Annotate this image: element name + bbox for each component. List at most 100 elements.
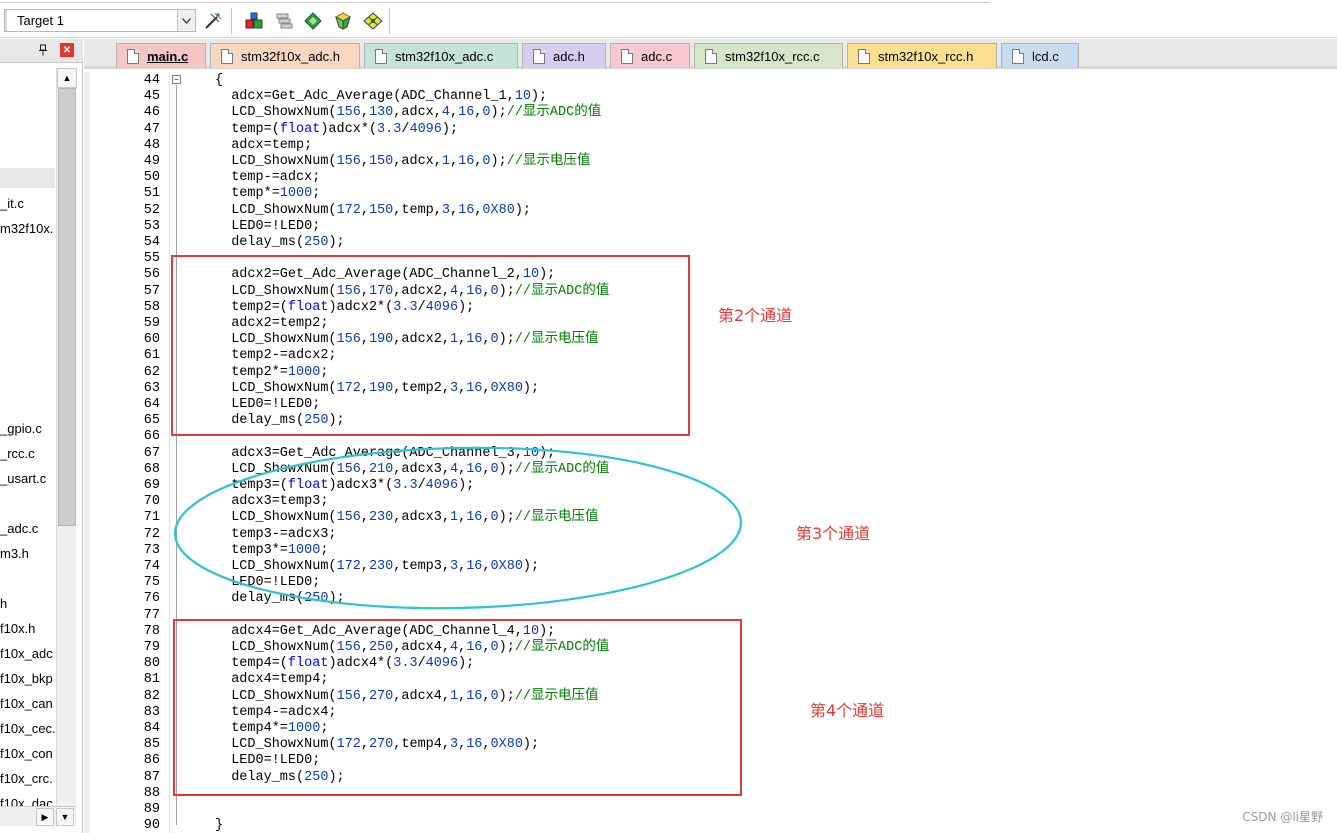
code-token: , bbox=[449, 105, 459, 121]
tab-stm32f10x-rcc-c[interactable]: stm32f10x_rcc.c bbox=[694, 43, 843, 68]
code-comment: //显示电压值 bbox=[506, 154, 591, 169]
line-number: 83 bbox=[143, 704, 160, 720]
code-number: 1 bbox=[441, 154, 450, 169]
file-item[interactable]: f10x_adc bbox=[0, 646, 55, 666]
line-number: 73 bbox=[143, 542, 160, 558]
project-panel-header: ✕ bbox=[0, 39, 83, 63]
code-number: 3 bbox=[441, 202, 450, 218]
tab-adc-c[interactable]: adc.c bbox=[610, 43, 690, 68]
tab-stm32f10x-adc-c[interactable]: stm32f10x_adc.c bbox=[364, 43, 518, 68]
file-icon bbox=[533, 48, 545, 64]
code-number: 16 bbox=[458, 105, 475, 121]
close-icon[interactable]: ✕ bbox=[60, 43, 74, 57]
code-comment: //显示ADC的值 bbox=[506, 105, 602, 121]
code-line[interactable]: temp-=adcx; bbox=[215, 170, 320, 186]
file-item[interactable]: f10x_con bbox=[0, 746, 55, 766]
line-number: 46 bbox=[143, 105, 160, 121]
line-number: 55 bbox=[143, 251, 160, 267]
code-number: 250 bbox=[304, 235, 329, 250]
scroll-thumb[interactable] bbox=[58, 88, 76, 526]
code-number: 4096 bbox=[409, 121, 442, 137]
line-number: 87 bbox=[143, 769, 160, 785]
code-line[interactable]: LCD_ShowxNum(172,150,temp,3,16,0X80); bbox=[215, 203, 531, 219]
file-item[interactable]: m32f10x. bbox=[0, 221, 55, 241]
toolbar-top-divider bbox=[0, 0, 990, 3]
file-item[interactable]: _usart.c bbox=[0, 471, 55, 491]
code-token: , bbox=[449, 154, 459, 169]
tab-stm32f10x-rcc-h[interactable]: stm32f10x_rcc.h bbox=[847, 43, 997, 68]
code-token: ; bbox=[312, 186, 321, 202]
vertical-scrollbar[interactable]: ▲ bbox=[56, 68, 77, 820]
watermark: CSDN @li星野 bbox=[1242, 810, 1323, 824]
tab-stm32f10x-adc-h[interactable]: stm32f10x_adc.h bbox=[210, 43, 360, 68]
editor-tab-bar: main.c stm32f10x_adc.h stm32f10x_adc.c adc.… bbox=[84, 39, 1337, 69]
scroll-up-icon[interactable]: ▲ bbox=[57, 68, 77, 88]
code-token: LED0=!LED0; bbox=[215, 218, 321, 234]
code-line[interactable]: LCD_ShowxNum(156,150,adcx,1,16,0);//显示电压… bbox=[215, 154, 590, 170]
code-line[interactable]: { bbox=[215, 73, 223, 89]
file-item[interactable]: f10x_bkp bbox=[0, 671, 55, 691]
code-token: LCD_ShowxNum( bbox=[215, 154, 337, 169]
horizontal-scrollbar[interactable]: ▶ ▼ bbox=[0, 806, 76, 826]
file-item[interactable]: f10x.h bbox=[0, 621, 55, 641]
file-item[interactable]: h bbox=[0, 596, 55, 616]
stack-icon[interactable] bbox=[241, 8, 267, 34]
file-item[interactable]: f10x_crc. bbox=[0, 771, 55, 791]
target-label: Target 1 bbox=[17, 13, 64, 28]
code-line[interactable]: delay_ms(250); bbox=[215, 235, 345, 251]
tab-label: main.c bbox=[147, 48, 189, 64]
code-line[interactable]: adcx=Get_Adc_Average(ADC_Channel_1,10); bbox=[215, 89, 547, 105]
file-item[interactable]: _it.c bbox=[0, 196, 55, 216]
tab-main-c[interactable]: main.c bbox=[116, 43, 206, 68]
line-number: 51 bbox=[143, 186, 160, 202]
line-number: 49 bbox=[143, 154, 160, 169]
line-number: 52 bbox=[143, 202, 160, 218]
pour-icon[interactable] bbox=[330, 8, 356, 34]
line-number: 63 bbox=[143, 380, 160, 396]
toolbar: Target 1 bbox=[0, 0, 1337, 38]
line-number: 70 bbox=[143, 494, 160, 510]
tab-label: stm32f10x_adc.c bbox=[395, 48, 494, 64]
chevron-down-icon[interactable] bbox=[177, 10, 195, 31]
line-number: 89 bbox=[143, 802, 160, 817]
code-token: ); bbox=[441, 121, 459, 137]
scroll-down-icon[interactable]: ▼ bbox=[56, 808, 74, 826]
file-item[interactable]: _rcc.c bbox=[0, 446, 55, 466]
file-item[interactable]: f10x_can bbox=[0, 696, 55, 716]
code-line[interactable]: LED0=!LED0; bbox=[215, 219, 320, 235]
tab-label: stm32f10x_rcc.h bbox=[878, 48, 974, 64]
code-line[interactable]: temp=(float)adcx*(3.3/4096); bbox=[215, 122, 458, 138]
code-number: 156 bbox=[336, 105, 361, 121]
line-number: 56 bbox=[143, 267, 160, 283]
code-line[interactable]: adcx=temp; bbox=[215, 138, 312, 154]
pin-icon[interactable] bbox=[36, 43, 50, 57]
collapse-icon[interactable]: − bbox=[172, 75, 181, 84]
line-number: 72 bbox=[143, 526, 160, 542]
file-item[interactable]: f10x_cec. bbox=[0, 721, 55, 741]
tab-adc-h[interactable]: adc.h bbox=[522, 43, 606, 68]
grid-icon[interactable] bbox=[360, 8, 386, 34]
tab-lcd-c[interactable]: lcd.c bbox=[1001, 43, 1079, 68]
code-token: ); bbox=[328, 235, 345, 250]
wand-icon[interactable] bbox=[200, 8, 226, 34]
layers-icon[interactable] bbox=[271, 8, 297, 34]
diamond-icon[interactable] bbox=[300, 8, 326, 34]
target-select[interactable]: Target 1 bbox=[4, 9, 196, 32]
tab-label: lcd.c bbox=[1032, 48, 1059, 64]
code-token: LCD_ShowxNum( bbox=[215, 202, 337, 218]
file-item[interactable]: m3.h bbox=[0, 546, 55, 566]
line-number: 69 bbox=[143, 478, 160, 493]
scroll-right-icon[interactable]: ▶ bbox=[36, 808, 54, 826]
code-line[interactable]: temp*=1000; bbox=[215, 186, 320, 202]
line-number: 84 bbox=[143, 721, 160, 736]
code-line[interactable]: LCD_ShowxNum(156,130,adcx,4,16,0);//显示AD… bbox=[215, 105, 601, 121]
code-token: LCD_ShowxNum( bbox=[215, 105, 337, 121]
code-number: 16 bbox=[458, 202, 475, 218]
file-item[interactable]: _gpio.c bbox=[0, 421, 55, 441]
file-icon bbox=[127, 48, 139, 64]
code-line[interactable]: } bbox=[215, 818, 223, 833]
file-icon bbox=[621, 48, 633, 64]
breakpoint-margin[interactable] bbox=[84, 72, 90, 833]
tab-label: stm32f10x_rcc.c bbox=[725, 48, 820, 64]
file-item[interactable]: _adc.c bbox=[0, 521, 55, 541]
